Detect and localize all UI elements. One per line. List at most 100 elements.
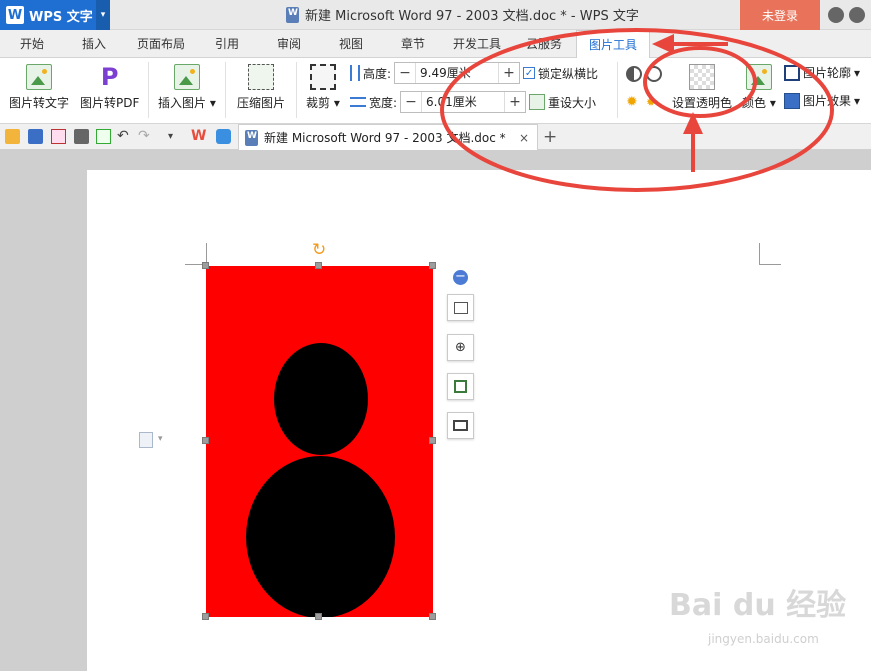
zoom-in-button[interactable]: ⊕	[447, 334, 474, 361]
brightness-down-icon[interactable]: ✹	[646, 94, 662, 110]
crop-icon	[309, 64, 336, 90]
reset-size-icon	[529, 94, 546, 110]
lock-ratio-checkbox[interactable]: ✓	[523, 67, 536, 79]
tab-picture-tools[interactable]: 图片工具	[576, 30, 651, 59]
resize-handle[interactable]	[202, 437, 209, 444]
layout-options-icon	[453, 301, 468, 314]
tab-insert[interactable]: 插入	[82, 30, 106, 58]
undo-icon[interactable]: ↶	[117, 129, 132, 144]
chevron-down-icon[interactable]: ▾	[96, 0, 110, 30]
height-increase-button[interactable]: +	[499, 65, 519, 81]
customize-dropdown-icon[interactable]: ▾	[168, 129, 183, 144]
image-to-pdf-button[interactable]: P 图片转PDF	[80, 64, 139, 111]
width-increase-button[interactable]: +	[505, 94, 525, 110]
contrast-icon[interactable]	[626, 66, 642, 82]
export-pdf-icon[interactable]	[51, 129, 66, 144]
compress-image-label: 压缩图片	[237, 96, 286, 110]
set-transparent-color-button[interactable]: 设置透明色	[672, 64, 732, 111]
wps-window: W WPS 文字 ▾ 新建 Microsoft Word 97 - 2003 文…	[0, 0, 871, 671]
tab-start[interactable]: 开始	[20, 30, 44, 58]
height-stepper[interactable]: − 9.49厘米 +	[394, 62, 521, 84]
ribbon-divider	[617, 62, 618, 118]
wps-logo-icon: W	[6, 6, 24, 24]
tab-references[interactable]: 引用	[215, 30, 239, 58]
cube-icon[interactable]	[216, 129, 231, 144]
ribbon-divider	[296, 62, 297, 118]
width-stepper[interactable]: − 6.01厘米 +	[400, 91, 527, 113]
baidu-watermark: Bai du 经验	[669, 588, 847, 623]
silhouette-head	[274, 343, 368, 455]
transparent-color-icon	[689, 64, 715, 90]
chevron-down-icon[interactable]: ▾	[158, 434, 163, 444]
new-tab-button[interactable]: +	[543, 127, 557, 147]
wps-app-menu-button[interactable]: W WPS 文字 ▾	[0, 0, 110, 30]
print-preview-icon[interactable]	[96, 129, 111, 144]
print-icon[interactable]	[74, 129, 89, 144]
picture-outline-label: 图片轮廓	[803, 66, 852, 80]
tab-review[interactable]: 审阅	[277, 30, 301, 58]
crop-float-button[interactable]	[447, 373, 474, 400]
login-button[interactable]: 未登录	[740, 0, 820, 30]
tab-cloud-service[interactable]: 云服务	[526, 30, 562, 58]
color-icon	[745, 64, 772, 90]
border-button[interactable]	[447, 412, 474, 439]
height-decrease-button[interactable]: −	[395, 65, 415, 81]
lock-ratio-label: 锁定纵横比	[538, 66, 599, 81]
compress-image-icon	[248, 64, 274, 90]
width-input[interactable]: 6.01厘米	[421, 92, 506, 112]
image-to-text-icon	[26, 64, 52, 90]
app-name: WPS 文字	[29, 9, 93, 25]
chevron-down-icon: ▾	[854, 93, 861, 108]
height-input[interactable]: 9.49厘米	[415, 63, 500, 83]
picture-effect-button[interactable]: 图片效果 ▾	[784, 92, 860, 109]
ribbon-tab-bar: 开始 插入 页面布局 引用 审阅 视图 章节 开发工具 云服务 图片工具	[0, 30, 871, 59]
contrast-adjust-icon[interactable]	[646, 66, 662, 82]
height-row: 高度: − 9.49厘米 + ✓ 锁定纵横比	[350, 62, 598, 84]
resize-handle[interactable]	[429, 613, 436, 620]
wps-home-icon[interactable]: W	[191, 129, 206, 144]
document-icon	[286, 6, 299, 23]
image-to-text-label: 图片转文字	[9, 96, 70, 110]
redo-icon[interactable]: ↷	[138, 129, 153, 144]
settings-icon[interactable]	[849, 7, 865, 23]
selected-picture[interactable]	[206, 266, 433, 617]
image-to-text-button[interactable]: 图片转文字	[9, 64, 69, 111]
layout-options-button[interactable]	[447, 294, 474, 321]
picture-outline-button[interactable]: 图片轮廓 ▾	[784, 64, 860, 81]
rotate-handle-icon[interactable]: ↻	[312, 242, 326, 259]
color-label: 颜色 ▾	[742, 96, 776, 110]
crop-label: 裁剪 ▾	[306, 96, 340, 110]
tab-section[interactable]: 章节	[401, 30, 425, 58]
width-icon	[350, 97, 366, 107]
resize-handle[interactable]	[315, 613, 322, 620]
resize-handle[interactable]	[429, 262, 436, 269]
resize-handle[interactable]	[202, 262, 209, 269]
tab-developer[interactable]: 开发工具	[453, 30, 501, 58]
document-tab[interactable]: 新建 Microsoft Word 97 - 2003 文档.doc * ×	[238, 124, 538, 150]
color-button[interactable]: 颜色 ▾	[742, 64, 776, 111]
tab-view[interactable]: 视图	[339, 30, 363, 58]
tab-page-layout[interactable]: 页面布局	[137, 30, 185, 58]
picture-effect-label: 图片效果	[803, 94, 852, 108]
width-decrease-button[interactable]: −	[401, 94, 421, 110]
resize-handle[interactable]	[429, 437, 436, 444]
pdf-icon: P	[100, 63, 119, 91]
margin-corner-top-right	[759, 243, 781, 265]
resize-handle[interactable]	[202, 613, 209, 620]
zoom-in-icon: ⊕	[455, 340, 466, 355]
skin-icon[interactable]	[828, 7, 844, 23]
brightness-up-icon[interactable]: ✹	[626, 94, 642, 110]
save-icon[interactable]	[28, 129, 43, 144]
insert-image-button[interactable]: 插入图片 ▾	[158, 64, 216, 111]
reset-size-button[interactable]: 重设大小	[548, 94, 596, 111]
document-tab-title: 新建 Microsoft Word 97 - 2003 文档.doc *	[264, 131, 506, 145]
paragraph-layout-icon[interactable]	[139, 432, 153, 448]
height-icon	[350, 65, 360, 81]
height-label: 高度:	[363, 66, 392, 81]
compress-image-button[interactable]: 压缩图片	[237, 64, 285, 111]
resize-handle[interactable]	[315, 262, 322, 269]
close-tab-icon[interactable]: ×	[519, 131, 529, 145]
crop-button[interactable]: 裁剪 ▾	[306, 64, 340, 111]
open-folder-icon[interactable]	[5, 129, 20, 144]
collapse-float-toolbar-icon[interactable]: −	[453, 270, 468, 285]
